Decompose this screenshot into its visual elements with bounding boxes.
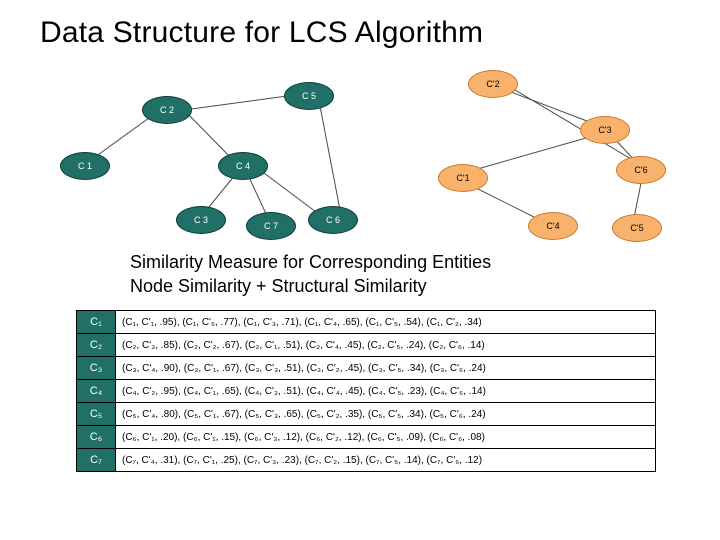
row-header: C₅	[77, 403, 116, 426]
node-cp2: C'2	[468, 70, 518, 98]
edges-svg	[60, 70, 670, 242]
row-values: (C₅, C'₄, .80), (C₅, C'₁, .67), (C₅, C'₃…	[116, 403, 656, 426]
row-header: C₇	[77, 449, 116, 472]
node-c4: C 4	[218, 152, 268, 180]
node-c5: C 5	[284, 82, 334, 110]
subtitle-line-2: Node Similarity + Structural Similarity	[130, 274, 491, 298]
page-title: Data Structure for LCS Algorithm	[40, 16, 483, 50]
row-values: (C₁, C'₁, .95), (C₁, C'₆, .77), (C₁, C'₃…	[116, 311, 656, 334]
node-cp5: C'5	[612, 214, 662, 242]
table-row: C₆(C₆, C'₁, .20), (C₆, C'₁, .15), (C₆, C…	[77, 426, 656, 449]
similarity-table: C₁(C₁, C'₁, .95), (C₁, C'₆, .77), (C₁, C…	[76, 310, 656, 472]
node-c6: C 6	[308, 206, 358, 234]
row-header: C₄	[77, 380, 116, 403]
node-cp6: C'6	[616, 156, 666, 184]
node-cp4: C'4	[528, 212, 578, 240]
node-c2: C 2	[142, 96, 192, 124]
node-cp3: C'3	[580, 116, 630, 144]
graph-diagram: C 1 C 2 C 3 C 4 C 5 C 6 C 7 C'1 C'2 C'3 …	[60, 70, 670, 242]
table-row: C₃(C₃, C'₄, .90), (C₃, C'₁, .67), (C₃, C…	[77, 357, 656, 380]
node-cp1: C'1	[438, 164, 488, 192]
table-row: C₅(C₅, C'₄, .80), (C₅, C'₁, .67), (C₅, C…	[77, 403, 656, 426]
subtitle: Similarity Measure for Corresponding Ent…	[130, 250, 491, 299]
table-row: C₂(C₂, C'₃, .85), (C₂, C'₂, .67), (C₂, C…	[77, 334, 656, 357]
node-c1: C 1	[60, 152, 110, 180]
row-values: (C₆, C'₁, .20), (C₆, C'₁, .15), (C₆, C'₃…	[116, 426, 656, 449]
table-row: C₄(C₄, C'₂, .95), (C₄, C'₁, .65), (C₄, C…	[77, 380, 656, 403]
row-values: (C₂, C'₃, .85), (C₂, C'₂, .67), (C₂, C'₁…	[116, 334, 656, 357]
table-row: C₁(C₁, C'₁, .95), (C₁, C'₆, .77), (C₁, C…	[77, 311, 656, 334]
node-c3: C 3	[176, 206, 226, 234]
row-header: C₃	[77, 357, 116, 380]
row-values: (C₄, C'₂, .95), (C₄, C'₁, .65), (C₄, C'₃…	[116, 380, 656, 403]
row-header: C₆	[77, 426, 116, 449]
row-header: C₂	[77, 334, 116, 357]
subtitle-line-1: Similarity Measure for Corresponding Ent…	[130, 250, 491, 274]
table-row: C₇(C₇, C'₄, .31), (C₇, C'₁, .25), (C₇, C…	[77, 449, 656, 472]
row-values: (C₇, C'₄, .31), (C₇, C'₁, .25), (C₇, C'₃…	[116, 449, 656, 472]
row-values: (C₃, C'₄, .90), (C₃, C'₁, .67), (C₃, C'₃…	[116, 357, 656, 380]
node-c7: C 7	[246, 212, 296, 240]
row-header: C₁	[77, 311, 116, 334]
